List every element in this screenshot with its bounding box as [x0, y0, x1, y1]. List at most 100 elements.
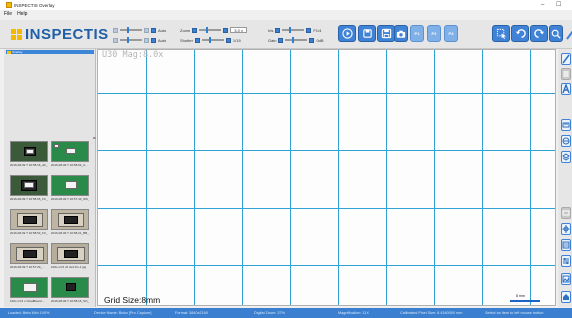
save-copy-button[interactable] [358, 25, 376, 42]
zoom-increase-button[interactable] [223, 27, 229, 33]
shutter-slider[interactable] [201, 37, 224, 43]
zoom-control: Zoom 3.0 x [180, 27, 247, 33]
slider-decrease-button[interactable] [113, 37, 118, 43]
auto-exposure-checkbox[interactable] [151, 37, 156, 43]
zoom-slider[interactable] [199, 27, 222, 33]
status-digital-zoom: Digital Zoom: 37% [254, 311, 286, 315]
thumbnail-image [10, 243, 48, 264]
exposure-slider[interactable] [120, 37, 142, 43]
toolbar: INSPECTIS Auto Zoom 3.0 x Iris F1/4 Auto… [0, 20, 572, 49]
slider-decrease-button[interactable] [113, 27, 118, 33]
shutter-increase-button[interactable] [225, 37, 231, 43]
thumbnail-item[interactable]: 2016-08-09 T 16:57:43_WS_... [51, 175, 89, 201]
select-region-icon [496, 28, 506, 39]
sidebar-scrollbar[interactable] [93, 137, 96, 139]
zoom-decrease-button[interactable] [192, 27, 198, 33]
camera-viewer[interactable]: U30 Mag:8.0x Grid Size:8mm 8 mm [97, 49, 556, 306]
select-region-button[interactable] [492, 25, 510, 42]
ruler-tool-button[interactable] [561, 119, 571, 131]
save-button[interactable] [377, 25, 395, 42]
shutter-control: Shutter 1/15 [180, 37, 241, 43]
layers-icon [562, 153, 570, 161]
grid-overlay-icon [562, 241, 570, 249]
grid-tool-button[interactable] [561, 68, 571, 80]
iris-decrease-button[interactable] [275, 27, 281, 33]
shutter-value: 1/15 [232, 37, 241, 43]
preset-1-button[interactable]: P1 [410, 25, 424, 42]
gain-increase-button[interactable] [309, 37, 315, 43]
shutter-decrease-button[interactable] [194, 37, 200, 43]
grid-icon [563, 71, 569, 77]
layers-tool-button[interactable] [561, 151, 571, 163]
focus-slider[interactable] [120, 27, 142, 33]
scale-bar-label: 8 mm [516, 294, 525, 298]
overlay-tool-button[interactable] [561, 207, 571, 219]
thumbnail-grid: 2016-08-09 T 16:58:16_AF_... 2016-08-09 … [10, 141, 96, 307]
play-button[interactable] [338, 25, 356, 42]
thumbnail-image [10, 277, 48, 298]
iris-increase-button[interactable] [306, 27, 312, 33]
folder-icon [7, 50, 11, 54]
image-tool-button[interactable] [561, 273, 571, 285]
menu-help[interactable]: Help [17, 11, 27, 19]
home-tool-button[interactable] [561, 291, 571, 303]
thumbnail-image [10, 141, 48, 162]
preset-3-button[interactable]: P3 [444, 25, 458, 42]
overlay-icon [562, 210, 570, 216]
window-title: INSPECTIS Overlay [14, 2, 55, 8]
thumbnail-item[interactable]: 2016-08-09 T 16:58:53_FC_... [10, 209, 48, 235]
settings-tool-button[interactable] [561, 255, 571, 267]
camera-button[interactable] [394, 25, 408, 42]
menu-file[interactable]: File [4, 11, 12, 19]
scale-bar [510, 300, 540, 302]
grid-overlay-button[interactable] [561, 239, 571, 251]
thumbnail-caption: 2016-08-09 T 16:57:29_... [10, 265, 45, 269]
measure-tool-button[interactable] [561, 135, 571, 147]
undo-button[interactable] [511, 25, 529, 42]
search-icon [551, 29, 561, 39]
thumbnail-item[interactable]: 2016-08-09 T 16:58:15_SO_... [51, 277, 89, 303]
text-tool-button[interactable] [561, 83, 571, 95]
grid-line-horizontal [98, 150, 555, 151]
thumbnail-item[interactable]: 100x-x4.5 x0 dvd Fis-1.jpg [51, 243, 89, 269]
thumbnail-item[interactable]: 2016-08-09 T 16:57:29_... [10, 243, 48, 269]
grid-line-vertical [146, 50, 147, 305]
redo-icon [533, 29, 544, 38]
grid-line-vertical [482, 50, 483, 305]
focus-control-row1: Auto [113, 27, 166, 33]
gain-slider[interactable] [285, 37, 308, 43]
grid-line-horizontal [98, 93, 555, 94]
iris-slider[interactable] [282, 27, 305, 33]
thumbnail-caption: 2016-08-09 T 16:58:21_BB_... [51, 231, 89, 235]
status-format: Format: 3840x2160 [175, 311, 208, 315]
crosshair-tool-button[interactable] [561, 223, 571, 235]
lens-info-overlay: U30 Mag:8.0x [102, 50, 164, 60]
draw-line-button[interactable] [561, 53, 571, 65]
gain-decrease-button[interactable] [278, 37, 284, 43]
thumbnail-item[interactable]: 2016-08-09 T 16:58:04_A... [51, 141, 89, 167]
camera-icon [396, 30, 406, 38]
grid-line-vertical [434, 50, 435, 305]
folder-item-overlay[interactable]: Overlay [6, 50, 94, 54]
preset-2-button[interactable]: P2 [427, 25, 441, 42]
maximize-button[interactable]: ☐ [556, 1, 561, 9]
pen-tool-button[interactable] [565, 28, 572, 40]
shutter-label: Shutter [180, 37, 193, 43]
thumbnail-item[interactable]: 2016-08-09 T 16:58:21_BB_... [51, 209, 89, 235]
thumbnail-caption: 2016-08-09 T 16:58:04_A... [51, 163, 88, 167]
redo-button[interactable] [530, 25, 548, 42]
slider-increase-button[interactable] [144, 27, 149, 33]
thumbnail-item[interactable]: 2016-08-09 T 16:58:05_FC_... [10, 175, 48, 201]
thumbnail-item[interactable]: 2016-08-09 T 16:58:16_AF_... [10, 141, 48, 167]
minimize-button[interactable]: – [541, 1, 544, 9]
thumbnail-item[interactable]: 100x-x4.5 x OcadBoard ... [10, 277, 48, 303]
ruler-icon [562, 122, 570, 128]
logo: INSPECTIS [11, 25, 109, 44]
grid-line-vertical [386, 50, 387, 305]
slider-increase-button[interactable] [144, 37, 149, 43]
line-icon [562, 54, 570, 64]
iris-control: Iris F1/4 [268, 27, 321, 33]
thumbnail-caption: 2016-08-09 T 16:58:15_SO_... [51, 299, 89, 303]
search-button[interactable] [549, 25, 563, 42]
auto-checkbox[interactable] [151, 27, 156, 33]
